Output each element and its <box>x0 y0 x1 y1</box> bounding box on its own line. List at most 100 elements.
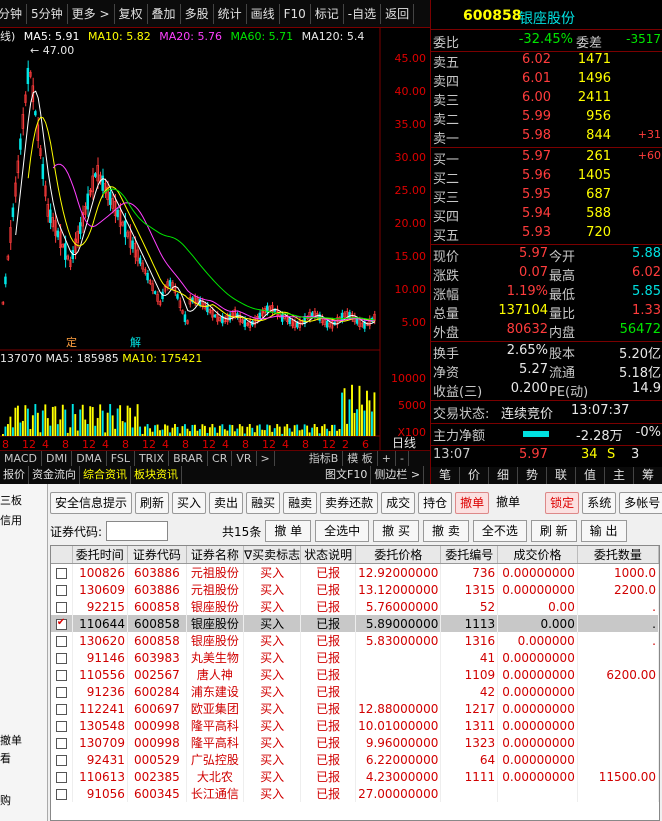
table-cell[interactable] <box>51 683 73 700</box>
row-checkbox[interactable] <box>55 669 67 681</box>
row-checkbox[interactable] <box>55 567 67 579</box>
quote-tab-3[interactable]: 势 <box>518 467 547 484</box>
column-header-7[interactable]: 委托编号 <box>440 546 499 564</box>
info-tab-2[interactable]: 综合资讯 <box>80 466 131 484</box>
table-row[interactable]: 91236 600284 浦东建设 买入 已报 42 0.00000000 <box>51 683 659 700</box>
trade-toolbar-button-12[interactable]: 系统 <box>582 492 617 514</box>
toolbar-button-0[interactable]: 分钟 <box>0 3 28 24</box>
toolbar-button-8[interactable]: F10 <box>280 3 311 24</box>
trade-toolbar-button-1[interactable]: 刷新 <box>135 492 170 514</box>
info-tab-1[interactable]: 资金流向 <box>29 466 80 484</box>
table-cell[interactable] <box>51 598 73 615</box>
table-cell[interactable] <box>51 649 73 666</box>
table-cell[interactable] <box>51 717 73 734</box>
column-header-2[interactable]: 证券代码 <box>127 546 187 564</box>
filter-button-0[interactable]: 撤 单 <box>265 520 312 542</box>
row-checkbox[interactable] <box>55 686 67 698</box>
row-checkbox[interactable] <box>55 771 67 783</box>
indicator-tab-3[interactable]: FSL <box>107 451 135 466</box>
table-cell[interactable] <box>51 615 73 632</box>
period-label[interactable]: 日线 <box>392 434 416 451</box>
row-checkbox[interactable] <box>55 737 67 749</box>
table-cell[interactable] <box>51 785 73 802</box>
trade-toolbar-button-7[interactable]: 成交 <box>381 492 416 514</box>
order-table[interactable]: 委托时间 证券代码 证券名称 ∇买卖标志 状态说明 委托价格 委托编号 成交价格 委托数量 10… <box>50 545 660 821</box>
filter-button-6[interactable]: 输 出 <box>580 520 627 542</box>
table-cell[interactable] <box>51 581 73 598</box>
info-tab-3[interactable]: 板块资讯 <box>131 466 182 484</box>
info-tab-0[interactable]: 报价 <box>0 466 29 484</box>
filter-button-5[interactable]: 刷 新 <box>530 520 577 542</box>
indicator-tab-11[interactable]: + <box>378 451 397 466</box>
quote-tab-2[interactable]: 细 <box>489 467 518 484</box>
kline-chart-panel[interactable]: 8 12 4 8 12 4 8 12 4 8 12 4 8 12 4 8 12 2 6 定解 <box>0 28 430 466</box>
column-header-4[interactable]: ∇买卖标志 <box>243 546 302 564</box>
toolbar-button-9[interactable]: 标记 <box>311 3 344 24</box>
quote-tab-5[interactable]: 值 <box>576 467 605 484</box>
trade-toolbar-button-2[interactable]: 买入 <box>172 492 207 514</box>
table-cell[interactable] <box>51 768 73 785</box>
side-nav-item-3[interactable]: 看 <box>0 750 11 766</box>
table-row[interactable]: 130620 600858 银座股份 买入 已报 5.83000000 1316 0.0000… <box>51 632 659 649</box>
table-row[interactable]: 100826 603886 元祖股份 买入 已报 12.92000000 736 0.0000… <box>51 563 659 581</box>
table-row[interactable]: 110556 002567 唐人神 买入 已报 1109 0.00000000 6200.00 <box>51 666 659 683</box>
quote-tab-4[interactable]: 联 <box>547 467 576 484</box>
kline-chart[interactable]: 8 12 4 8 12 4 8 12 4 8 12 4 8 12 4 8 12 2 6定解 <box>0 28 430 466</box>
column-header-6[interactable]: 委托价格 <box>355 546 442 564</box>
column-header-1[interactable]: 委托时间 <box>72 546 128 564</box>
trade-toolbar-button-5[interactable]: 融卖 <box>283 492 318 514</box>
table-cell[interactable] <box>51 734 73 751</box>
column-header-5[interactable]: 状态说明 <box>300 546 357 564</box>
table-row[interactable]: 130609 603886 元祖股份 买入 已报 13.12000000 1315 0.000… <box>51 581 659 598</box>
indicator-tab-5[interactable]: BRAR <box>169 451 209 466</box>
quote-tab-0[interactable]: 笔 <box>431 467 460 484</box>
trade-toolbar-button-3[interactable]: 卖出 <box>209 492 244 514</box>
table-cell[interactable] <box>51 666 73 683</box>
filter-button-3[interactable]: 撤 卖 <box>423 520 469 542</box>
side-nav-item-2[interactable]: 撤单 <box>0 732 22 748</box>
indicator-tab-0[interactable]: MACD <box>0 451 42 466</box>
row-checkbox[interactable] <box>55 652 67 664</box>
side-nav-item-1[interactable]: 信用 <box>0 512 22 528</box>
indicator-tab-1[interactable]: DMI <box>42 451 73 466</box>
indicator-tab-4[interactable]: TRIX <box>135 451 170 466</box>
table-row[interactable]: 110644600858银座股份买入已报5.8900000011130.000. <box>51 615 659 632</box>
column-header-8[interactable]: 成交价格 <box>497 546 578 564</box>
trade-toolbar-button-13[interactable]: 多帐号 <box>619 492 662 514</box>
table-row[interactable]: 130548 000998 隆平高科 买入 已报 10.01000000 1311 0.000… <box>51 717 659 734</box>
side-nav-item-4[interactable]: 购 <box>0 792 11 808</box>
table-cell[interactable] <box>51 751 73 768</box>
toolbar-button-7[interactable]: 画线 <box>247 3 280 24</box>
column-header-9[interactable]: 委托数量 <box>577 546 659 564</box>
toolbar-button-3[interactable]: 复权 <box>115 3 148 24</box>
indicator-tab-12[interactable]: - <box>396 451 409 466</box>
table-row[interactable]: 92215 600858 银座股份 买入 已报 5.76000000 52 0.00. <box>51 598 659 615</box>
indicator-tab-10[interactable]: 模 板 <box>343 451 378 466</box>
filter-button-4[interactable]: 全不选 <box>472 520 527 542</box>
trade-toolbar-button-0[interactable]: 安全信息提示 <box>50 492 133 514</box>
indicator-tab-6[interactable]: CR <box>208 451 233 466</box>
row-checkbox[interactable] <box>55 601 67 613</box>
filter-button-2[interactable]: 撤 买 <box>373 520 419 542</box>
trade-toolbar-button-10[interactable]: 撤单 <box>492 492 524 514</box>
side-nav-item-0[interactable]: 三板 <box>0 492 22 508</box>
security-code-input[interactable] <box>106 521 169 541</box>
toolbar-button-4[interactable]: 叠加 <box>148 3 181 24</box>
row-checkbox[interactable] <box>55 703 67 715</box>
info-tab-5[interactable]: 侧边栏 > <box>371 466 425 484</box>
toolbar-button-6[interactable]: 统计 <box>214 3 247 24</box>
toolbar-button-5[interactable]: 多股 <box>181 3 214 24</box>
table-row[interactable]: 110613 002385 大北农 买入 已报 4.23000000 1111 0.00000… <box>51 768 659 785</box>
indicator-tab-7[interactable]: VR <box>232 451 257 466</box>
indicator-tab-9[interactable]: 指标B <box>305 451 344 466</box>
column-header-0[interactable] <box>51 546 73 564</box>
trade-toolbar-button-6[interactable]: 卖券还款 <box>320 492 379 514</box>
table-row[interactable]: 112241 600697 欧亚集团 买入 已报 12.88000000 1217 0.000… <box>51 700 659 717</box>
quote-tab-7[interactable]: 筹 <box>634 467 662 484</box>
table-row[interactable]: 130709 000998 隆平高科 买入 已报 9.96000000 1323 0.0000… <box>51 734 659 751</box>
toolbar-button-1[interactable]: 5分钟 <box>27 3 68 24</box>
indicator-tab-8[interactable]: > <box>257 451 275 466</box>
row-checkbox[interactable] <box>55 635 67 647</box>
toolbar-button-10[interactable]: -自选 <box>344 3 382 24</box>
table-row[interactable]: 91146 603983 丸美生物 买入 已报 41 0.00000000 <box>51 649 659 666</box>
